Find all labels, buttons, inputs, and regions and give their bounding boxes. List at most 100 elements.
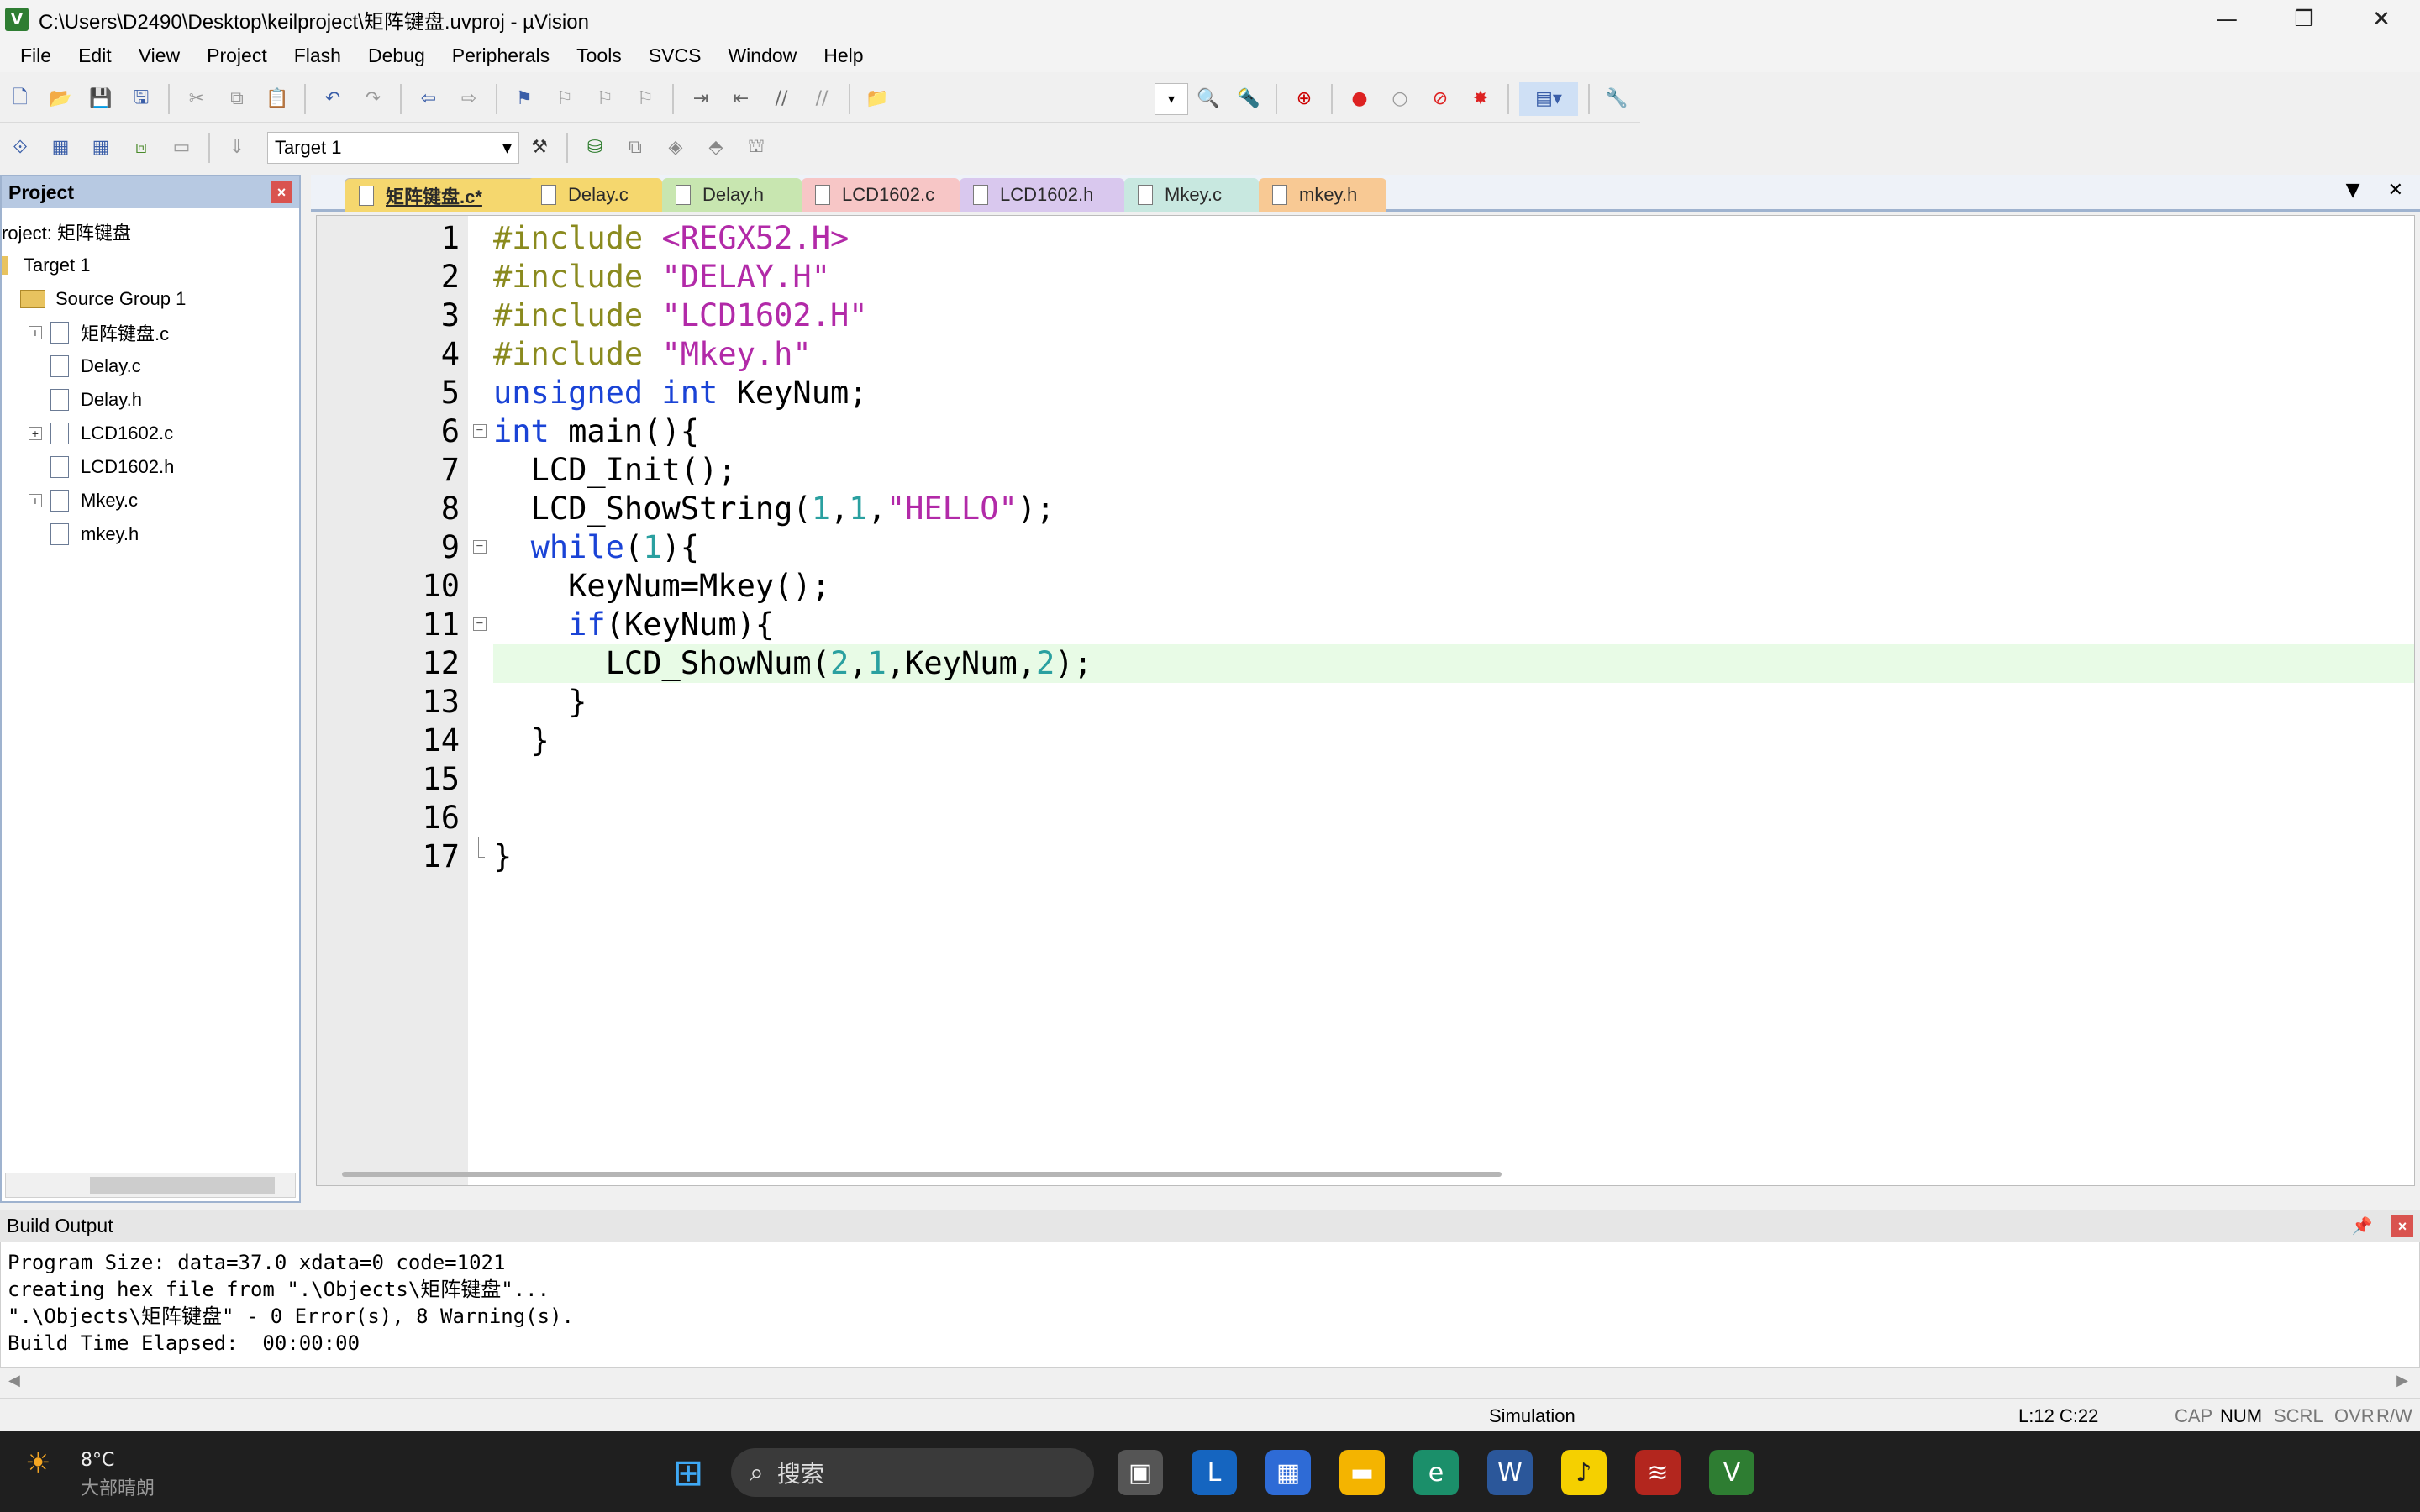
code-line[interactable]: 17} bbox=[317, 837, 2414, 876]
tab-lcd1602-c[interactable]: LCD1602.c bbox=[802, 178, 960, 212]
tab-delay-h[interactable]: Delay.h bbox=[662, 178, 802, 212]
collapse-icon[interactable] bbox=[7, 292, 10, 306]
cut-icon[interactable]: ✂ bbox=[180, 82, 213, 116]
minimize-button[interactable]: — bbox=[2188, 0, 2265, 39]
lenovo-app-icon[interactable]: L bbox=[1192, 1450, 1237, 1495]
code-line[interactable]: 3 #include "LCD1602.H" bbox=[317, 297, 2414, 335]
tree-file[interactable]: + 矩阵键盘.c bbox=[2, 316, 299, 349]
tab-list-dropdown-icon[interactable]: ▼ bbox=[2346, 180, 2360, 201]
navigate-forward-icon[interactable]: ⇨ bbox=[452, 82, 486, 116]
restore-button[interactable]: ❐ bbox=[2265, 0, 2343, 39]
build-output-horizontal-scrollbar[interactable]: ◀ ▶ bbox=[0, 1368, 2420, 1396]
code-line-current[interactable]: LCD_ShowNum(2,1,KeyNum,2); bbox=[493, 644, 2414, 683]
pin-icon[interactable]: 📌 bbox=[2352, 1217, 2373, 1236]
close-icon[interactable]: × bbox=[2391, 1215, 2413, 1238]
redo-icon[interactable]: ↷ bbox=[356, 82, 390, 116]
stop-build-icon[interactable]: ▭ bbox=[165, 131, 198, 165]
manage-components-icon[interactable]: ⛁ bbox=[578, 131, 612, 165]
code-line[interactable]: 5 unsigned int KeyNum; bbox=[317, 374, 2414, 412]
incremental-find-icon[interactable]: 🔦 bbox=[1232, 82, 1265, 116]
find-in-files-icon[interactable]: 📁 bbox=[860, 82, 894, 116]
code-line[interactable]: 7 LCD_Init(); bbox=[317, 451, 2414, 490]
close-tab-icon[interactable]: ✕ bbox=[2388, 180, 2403, 201]
open-folder-icon[interactable]: 📂 bbox=[44, 82, 77, 116]
code-line[interactable]: 9− while(1){ bbox=[317, 528, 2414, 567]
scroll-right-icon[interactable]: ▶ bbox=[2396, 1372, 2408, 1389]
tab-delay-c[interactable]: Delay.c bbox=[528, 178, 662, 212]
select-packs-icon[interactable]: ◈ bbox=[659, 131, 692, 165]
save-icon[interactable]: 💾 bbox=[84, 82, 118, 116]
expand-icon[interactable]: + bbox=[29, 494, 42, 507]
task-view-icon[interactable]: ▣ bbox=[1118, 1450, 1163, 1495]
tree-project-root[interactable]: roject: 矩阵键盘 bbox=[2, 215, 299, 249]
code-line[interactable]: 14 } bbox=[317, 722, 2414, 760]
expand-icon[interactable]: + bbox=[29, 427, 42, 440]
uncomment-icon[interactable]: // bbox=[805, 82, 839, 116]
download-load-icon[interactable]: ⇓ bbox=[220, 131, 254, 165]
debug-session-icon[interactable]: ⊕ bbox=[1287, 82, 1321, 116]
music-app-icon[interactable]: ♪ bbox=[1561, 1450, 1607, 1495]
bookmark-clear-icon[interactable]: ⚐ bbox=[629, 82, 662, 116]
save-all-icon[interactable]: 🖫 bbox=[124, 82, 158, 116]
window-layout-icon[interactable]: ▤▾ bbox=[1519, 81, 1578, 116]
menu-file[interactable]: File bbox=[15, 45, 56, 67]
taskbar-search[interactable]: ⌕ 搜索 bbox=[731, 1448, 1094, 1497]
tree-file[interactable]: mkey.h bbox=[2, 517, 299, 551]
fold-toggle-icon[interactable]: − bbox=[473, 617, 487, 631]
word-app-icon[interactable]: W bbox=[1487, 1450, 1533, 1495]
fold-toggle-icon[interactable]: − bbox=[473, 540, 487, 554]
close-button[interactable]: ✕ bbox=[2343, 0, 2420, 39]
menu-project[interactable]: Project bbox=[202, 45, 272, 67]
code-line[interactable]: 13 } bbox=[317, 683, 2414, 722]
fold-toggle-icon[interactable]: − bbox=[473, 424, 487, 438]
unindent-icon[interactable]: ⇤ bbox=[724, 82, 758, 116]
pack-installer-icon[interactable]: ⬘ bbox=[699, 131, 733, 165]
navigate-back-icon[interactable]: ⇦ bbox=[412, 82, 445, 116]
tree-file[interactable]: Delay.c bbox=[2, 349, 299, 383]
find-combo-dropdown-icon[interactable]: ▾ bbox=[1155, 82, 1188, 115]
breakpoint-disable-all-icon[interactable]: ⊘ bbox=[1423, 82, 1457, 116]
menu-flash[interactable]: Flash bbox=[289, 45, 346, 67]
code-line[interactable]: 16 bbox=[317, 799, 2414, 837]
start-icon[interactable]: ⊞ bbox=[666, 1450, 711, 1495]
build-output-panel[interactable]: Program Size: data=37.0 xdata=0 code=102… bbox=[0, 1242, 2420, 1368]
edge-browser-icon[interactable]: e bbox=[1413, 1450, 1459, 1495]
copy-icon[interactable]: ⧉ bbox=[220, 82, 254, 116]
editor-horizontal-scrollbar[interactable] bbox=[342, 1172, 1502, 1177]
run-time-env-icon[interactable]: ⛫ bbox=[739, 131, 773, 165]
manage-project-items-icon[interactable]: ⧉ bbox=[618, 131, 652, 165]
tab-lcd1602-h[interactable]: LCD1602.h bbox=[960, 178, 1124, 212]
menu-svcs[interactable]: SVCS bbox=[644, 45, 707, 67]
translate-icon[interactable]: ⟐ bbox=[3, 131, 37, 165]
code-line[interactable]: 10 KeyNum=Mkey(); bbox=[317, 567, 2414, 606]
comment-icon[interactable]: // bbox=[765, 82, 798, 116]
tree-file[interactable]: Delay.h bbox=[2, 383, 299, 417]
tree-file[interactable]: LCD1602.h bbox=[2, 450, 299, 484]
tab-main-c[interactable]: 矩阵键盘.c* bbox=[345, 178, 546, 212]
code-line[interactable]: 11− if(KeyNum){ bbox=[317, 606, 2414, 644]
weather-widget[interactable]: ☀ 8°C 大部晴朗 bbox=[25, 1446, 155, 1499]
configure-icon[interactable]: 🔧 bbox=[1600, 82, 1634, 116]
tree-file[interactable]: + Mkey.c bbox=[2, 484, 299, 517]
breakpoint-enable-icon[interactable]: ○ bbox=[1383, 82, 1417, 116]
code-line[interactable]: 8 LCD_ShowString(1,1,"HELLO"); bbox=[317, 490, 2414, 528]
file-explorer-icon[interactable]: ▬ bbox=[1339, 1450, 1385, 1495]
uvision-taskbar-icon[interactable]: V bbox=[1709, 1450, 1754, 1495]
breakpoint-insert-icon[interactable]: ● bbox=[1343, 82, 1376, 116]
menu-peripherals[interactable]: Peripherals bbox=[447, 45, 555, 67]
target-options-icon[interactable]: ⚒ bbox=[523, 131, 556, 165]
code-editor[interactable]: 1 #include <REGX52.H> 2 #include "DELAY.H"… bbox=[316, 215, 2415, 1186]
menu-help[interactable]: Help bbox=[818, 45, 868, 67]
menu-debug[interactable]: Debug bbox=[363, 45, 430, 67]
code-line[interactable]: 6− int main(){ bbox=[317, 412, 2414, 451]
rebuild-icon[interactable]: ▦ bbox=[84, 131, 118, 165]
code-line[interactable]: 15 bbox=[317, 760, 2414, 799]
code-line[interactable]: 1 #include <REGX52.H> bbox=[317, 219, 2414, 258]
expand-icon[interactable]: + bbox=[29, 326, 42, 339]
scroll-left-icon[interactable]: ◀ bbox=[8, 1372, 20, 1389]
batch-build-icon[interactable]: ⧈ bbox=[124, 131, 158, 165]
scrollbar-thumb[interactable] bbox=[90, 1177, 275, 1194]
menu-window[interactable]: Window bbox=[723, 45, 802, 67]
store-app-icon[interactable]: ▦ bbox=[1265, 1450, 1311, 1495]
build-icon[interactable]: ▦ bbox=[44, 131, 77, 165]
